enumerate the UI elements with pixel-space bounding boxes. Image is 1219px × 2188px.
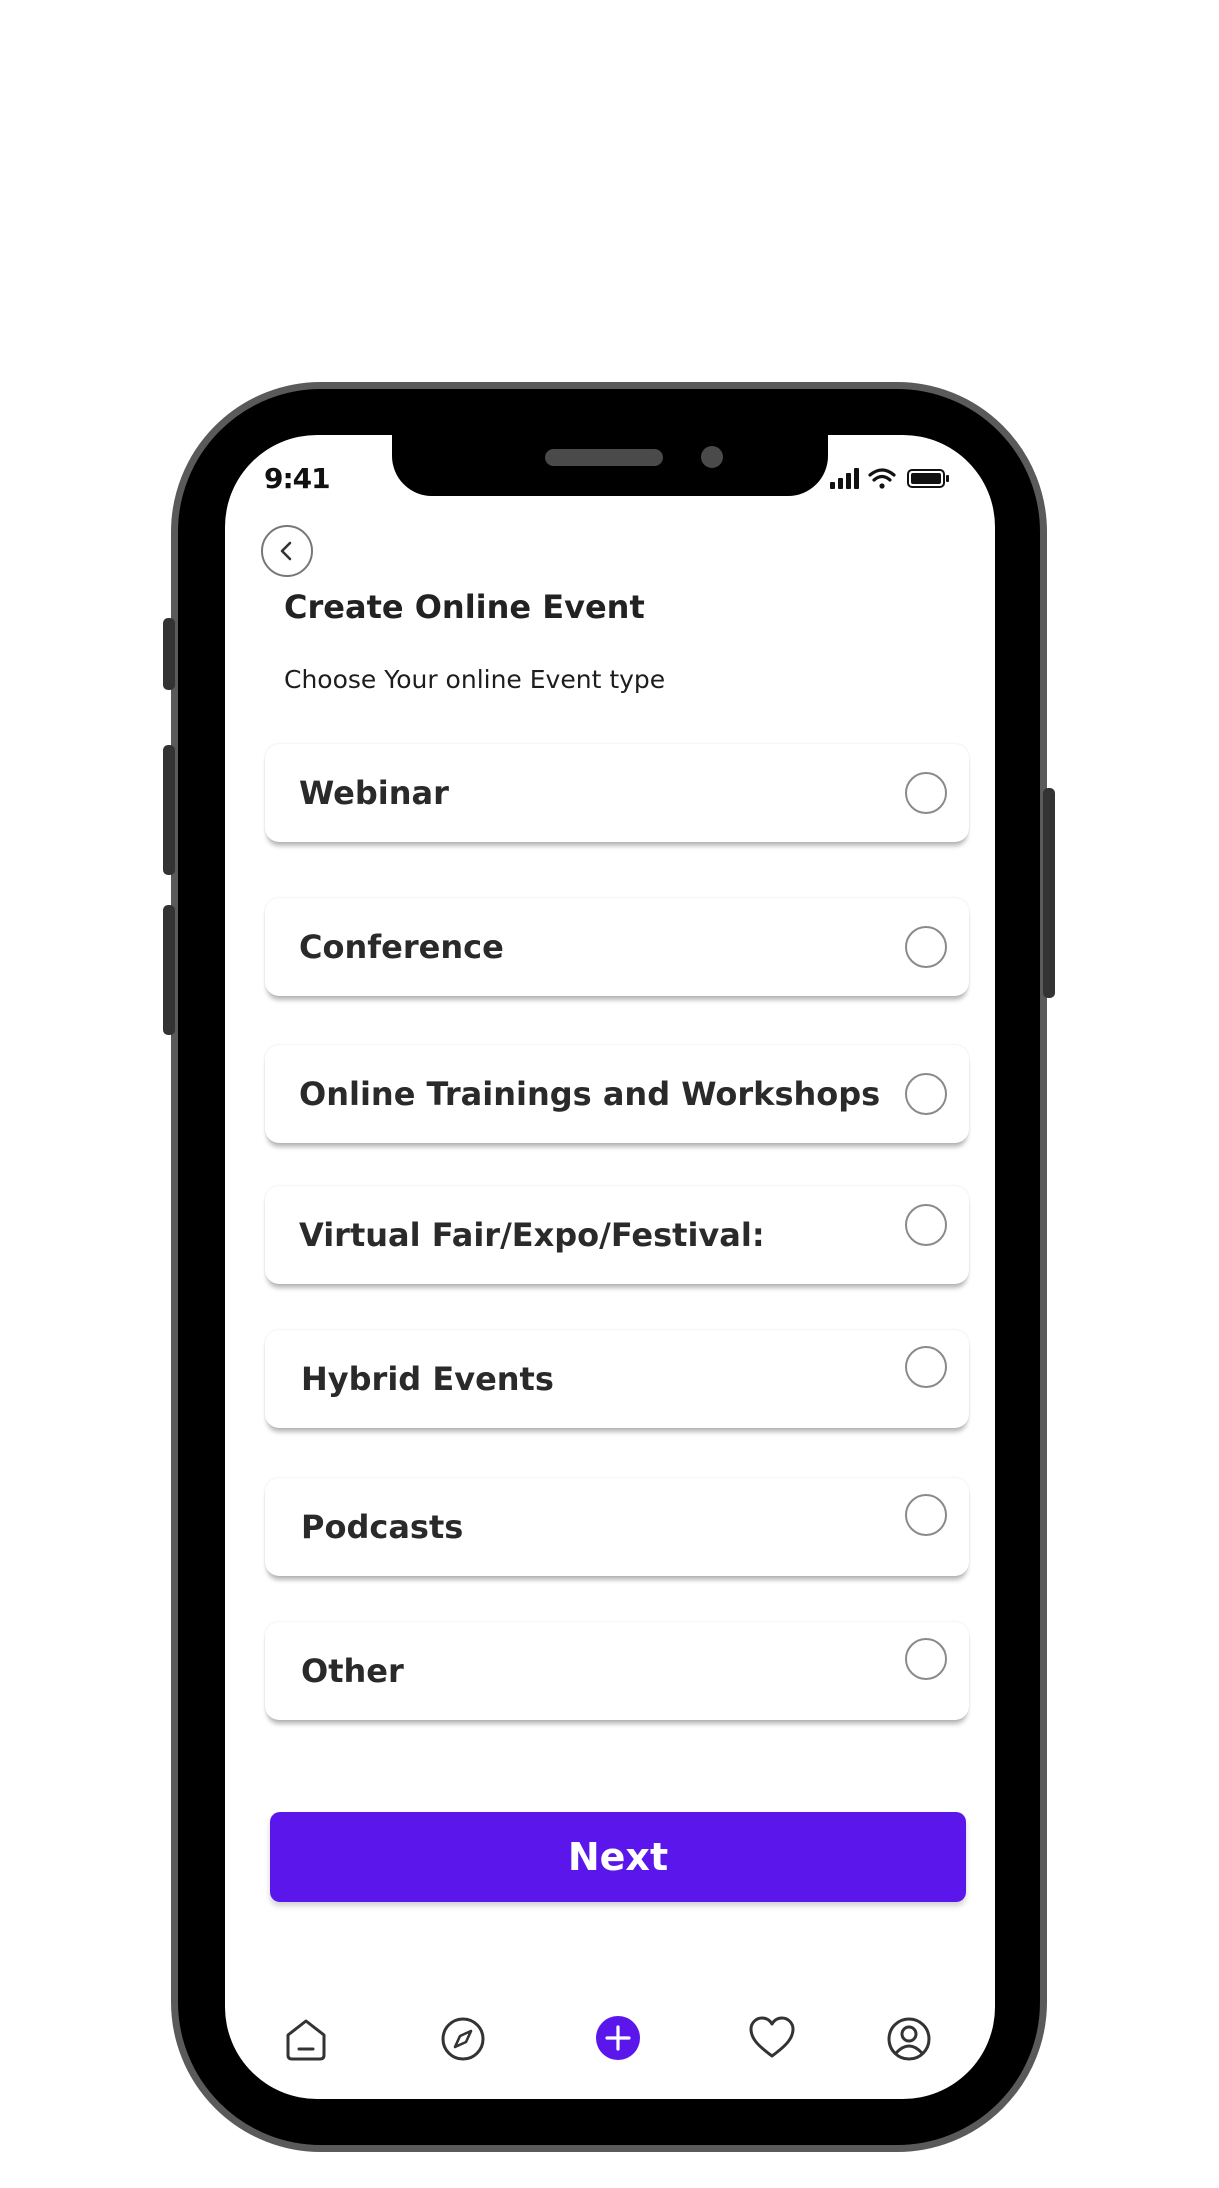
phone-camera	[701, 446, 723, 468]
radio-button[interactable]	[905, 772, 947, 814]
page-subtitle: Choose Your online Event type	[284, 665, 666, 694]
radio-button[interactable]	[905, 1073, 947, 1115]
option-webinar[interactable]: Webinar	[265, 744, 969, 842]
radio-button[interactable]	[905, 926, 947, 968]
page-title: Create Online Event	[284, 588, 645, 626]
phone-speaker	[545, 449, 663, 466]
nav-profile[interactable]	[883, 2013, 935, 2065]
battery-icon	[907, 469, 949, 488]
option-podcasts[interactable]: Podcasts	[265, 1478, 969, 1576]
nav-explore[interactable]	[437, 2013, 489, 2065]
wifi-icon	[868, 468, 896, 489]
nav-create[interactable]	[592, 2012, 644, 2064]
signal-icon	[830, 468, 859, 489]
phone-volume-up	[163, 745, 175, 875]
chevron-left-icon	[280, 541, 292, 561]
phone-volume-down	[163, 905, 175, 1035]
option-label: Conference	[299, 928, 504, 966]
option-online-trainings[interactable]: Online Trainings and Workshops	[265, 1045, 969, 1143]
radio-button[interactable]	[905, 1494, 947, 1537]
option-label: Podcasts	[301, 1508, 464, 1546]
option-other[interactable]: Other	[265, 1622, 969, 1720]
status-time: 9:41	[264, 462, 331, 495]
option-label: Webinar	[299, 774, 449, 812]
next-button[interactable]: Next	[270, 1812, 966, 1902]
option-label: Virtual Fair/Expo/Festival:	[299, 1216, 765, 1254]
heart-icon	[749, 2016, 795, 2058]
nav-favorites[interactable]	[746, 2012, 798, 2064]
radio-button[interactable]	[905, 1346, 947, 1389]
compass-icon	[441, 2017, 485, 2061]
option-hybrid-events[interactable]: Hybrid Events	[265, 1330, 969, 1428]
home-icon	[286, 2019, 326, 2061]
nav-home[interactable]	[280, 2013, 332, 2065]
back-button[interactable]	[261, 525, 313, 577]
option-label: Other	[301, 1652, 404, 1690]
phone-power-button	[1043, 788, 1055, 998]
option-conference[interactable]: Conference	[265, 898, 969, 996]
radio-button[interactable]	[905, 1638, 947, 1681]
profile-icon	[887, 2017, 931, 2061]
phone-mute-switch	[163, 618, 175, 690]
option-label: Hybrid Events	[301, 1360, 554, 1398]
add-circle-icon	[596, 2016, 640, 2060]
radio-button[interactable]	[905, 1204, 947, 1247]
status-icons	[830, 468, 949, 489]
option-virtual-fair[interactable]: Virtual Fair/Expo/Festival:	[265, 1186, 969, 1284]
option-label: Online Trainings and Workshops	[299, 1075, 881, 1113]
